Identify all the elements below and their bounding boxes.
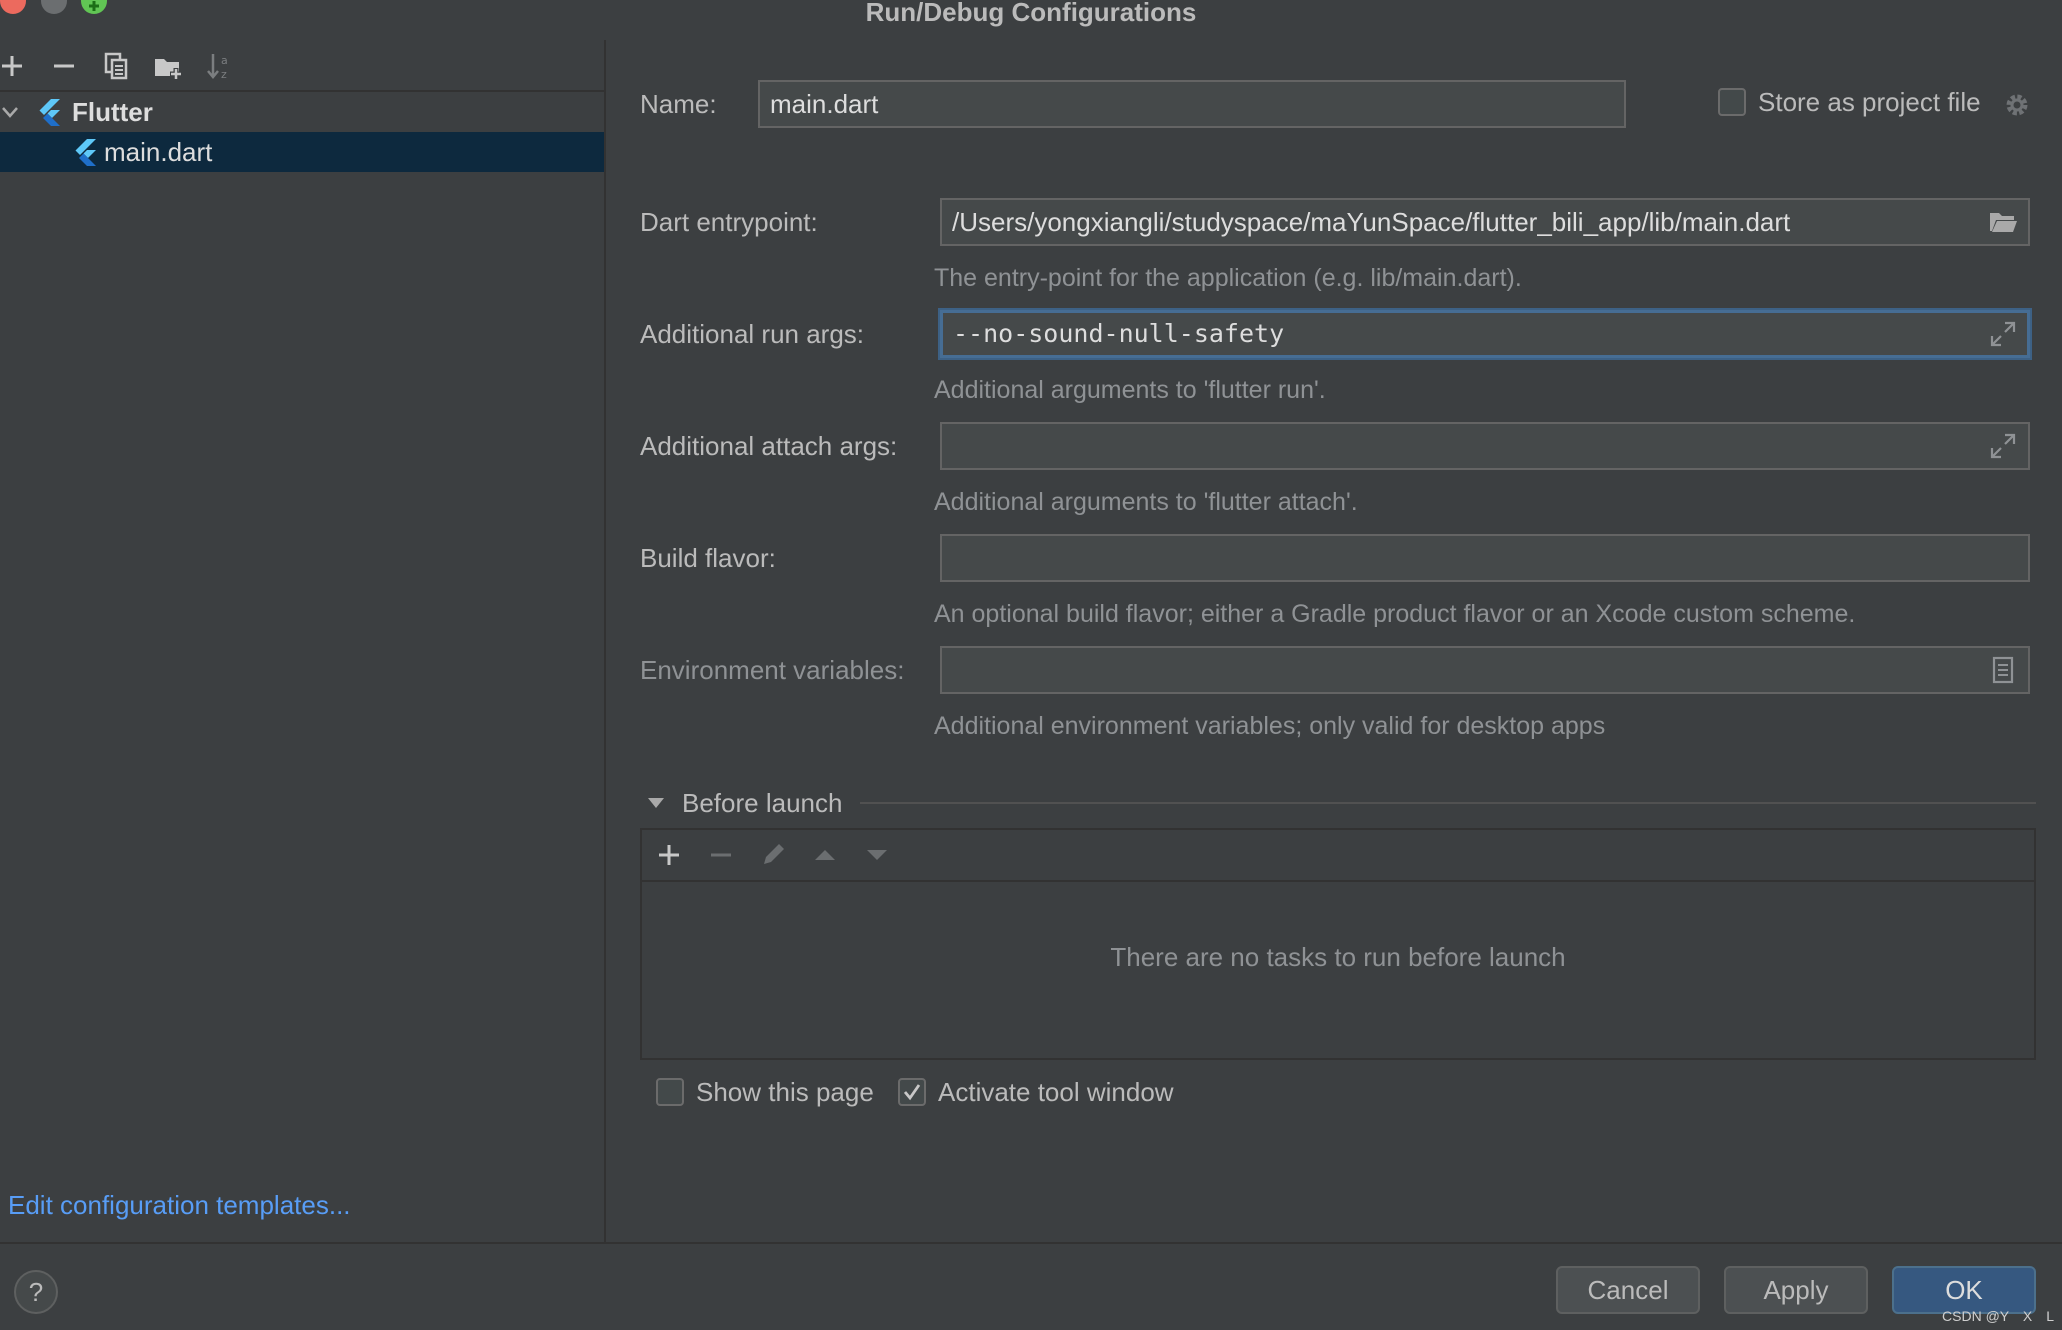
- arrow-down-icon[interactable]: [862, 840, 892, 870]
- additional-run-args-input[interactable]: --no-sound-null-safety: [940, 310, 2030, 358]
- sort-configurations-button[interactable]: a z: [204, 50, 236, 82]
- minus-icon[interactable]: [706, 840, 736, 870]
- tree-item-main-dart[interactable]: main.dart: [0, 132, 604, 172]
- folder-add-icon: [155, 59, 182, 80]
- copy-configuration-button[interactable]: [100, 50, 132, 82]
- additional-attach-args-hint: Additional arguments to 'flutter attach'…: [934, 488, 1358, 516]
- tree-item-label: main.dart: [104, 137, 213, 167]
- before-launch-task-list: There are no tasks to run before launch: [640, 828, 2036, 1060]
- minus-icon: [54, 64, 74, 68]
- sort-icon: a z: [207, 54, 228, 81]
- svg-text:a: a: [221, 54, 228, 67]
- collapse-triangle-icon[interactable]: [645, 792, 667, 814]
- configurations-sidebar: [0, 40, 606, 1242]
- tree-group-flutter[interactable]: Flutter: [0, 92, 604, 132]
- footer-divider: [0, 1242, 2062, 1244]
- tree-group-label: Flutter: [72, 97, 153, 127]
- remove-configuration-button[interactable]: [48, 50, 80, 82]
- store-as-project-file-label: Store as project file: [1758, 87, 1981, 117]
- edit-configuration-templates-link[interactable]: Edit configuration templates...: [8, 1190, 351, 1221]
- help-button[interactable]: ?: [14, 1270, 58, 1314]
- flutter-icon: [39, 99, 60, 126]
- add-configuration-button[interactable]: [0, 50, 28, 82]
- build-flavor-input[interactable]: [940, 534, 2030, 582]
- additional-attach-args-input[interactable]: [940, 422, 2030, 470]
- environment-variables-label: Environment variables:: [640, 655, 905, 685]
- dart-entrypoint-input[interactable]: /Users/yongxiangli/studyspace/maYunSpace…: [940, 198, 2030, 246]
- no-tasks-message: There are no tasks to run before launch: [1110, 942, 1566, 972]
- window-title: Run/Debug Configurations: [865, 0, 1197, 27]
- before-launch-toolbar: [642, 830, 2034, 882]
- arrow-up-icon[interactable]: [810, 840, 840, 870]
- copy-icon: [104, 52, 128, 80]
- store-as-project-file-checkbox[interactable]: [1718, 88, 1746, 116]
- show-this-page-checkbox[interactable]: [656, 1078, 684, 1106]
- chevron-down-icon[interactable]: [0, 102, 20, 122]
- activate-tool-window-checkbox[interactable]: [898, 1078, 926, 1106]
- activate-tool-window-label: Activate tool window: [938, 1077, 1174, 1107]
- dart-entrypoint-hint: The entry-point for the application (e.g…: [934, 264, 1522, 292]
- additional-attach-args-label: Additional attach args:: [640, 431, 898, 461]
- before-launch-title: Before launch: [682, 788, 843, 818]
- folder-open-icon[interactable]: [1988, 207, 2018, 237]
- dart-entrypoint-label: Dart entrypoint:: [640, 207, 818, 237]
- watermark: CSDN @Y X L: [1942, 1308, 2054, 1324]
- name-input[interactable]: main.dart: [758, 80, 1626, 128]
- svg-text:z: z: [221, 68, 227, 81]
- flutter-icon: [75, 139, 96, 166]
- additional-run-args-label: Additional run args:: [640, 319, 865, 349]
- expand-icon[interactable]: [1988, 319, 2018, 349]
- additional-run-args-hint: Additional arguments to 'flutter run'.: [934, 376, 1326, 404]
- gear-icon[interactable]: [2002, 90, 2032, 120]
- plus-icon: [2, 56, 22, 76]
- move-to-folder-button[interactable]: [152, 50, 184, 82]
- cancel-button[interactable]: Cancel: [1556, 1266, 1700, 1314]
- before-launch-divider: [860, 802, 2036, 804]
- checkmark-icon: [903, 1084, 921, 1101]
- plus-icon[interactable]: [654, 840, 684, 870]
- apply-button[interactable]: Apply: [1724, 1266, 1868, 1314]
- document-icon[interactable]: [1988, 655, 2018, 685]
- expand-icon[interactable]: [1988, 431, 2018, 461]
- build-flavor-label: Build flavor:: [640, 543, 776, 573]
- show-this-page-label: Show this page: [696, 1077, 874, 1107]
- environment-variables-input[interactable]: [940, 646, 2030, 694]
- environment-variables-hint: Additional environment variables; only v…: [934, 712, 1606, 740]
- build-flavor-hint: An optional build flavor; either a Gradl…: [934, 600, 1856, 628]
- name-label: Name:: [640, 89, 717, 119]
- pencil-icon[interactable]: [758, 840, 788, 870]
